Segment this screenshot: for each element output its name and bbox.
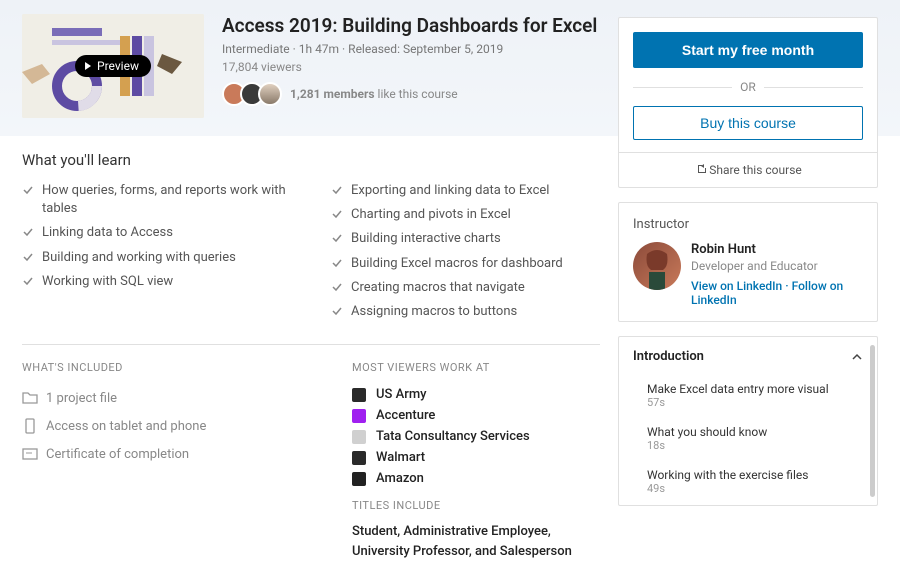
course-title: Access 2019: Building Dashboards for Exc…	[222, 14, 597, 37]
course-thumbnail[interactable]: Preview	[22, 14, 204, 118]
learn-heading: What you'll learn	[22, 151, 291, 169]
lesson-item[interactable]: What you should know18s	[619, 419, 877, 462]
company-item: Amazon	[352, 468, 600, 489]
scrollbar[interactable]	[870, 345, 875, 497]
check-icon	[22, 275, 34, 287]
check-icon	[22, 226, 34, 238]
share-icon	[694, 163, 706, 175]
company-item: Walmart	[352, 447, 600, 468]
check-icon	[22, 184, 34, 196]
share-course-button[interactable]: Share this course	[619, 152, 877, 187]
instructor-role: Developer and Educator	[691, 259, 863, 273]
learn-item: Assigning macros to buttons	[331, 300, 600, 324]
course-meta: Intermediate · 1h 47m · Released: Septem…	[222, 42, 597, 56]
check-icon	[22, 251, 34, 263]
preview-button[interactable]: Preview	[75, 55, 151, 77]
learn-item: Exporting and linking data to Excel	[331, 179, 600, 203]
learn-item: Creating macros that navigate	[331, 276, 600, 300]
learn-item: Linking data to Access	[22, 221, 291, 245]
learn-item: Charting and pivots in Excel	[331, 203, 600, 227]
certificate-icon	[22, 446, 38, 462]
chevron-up-icon	[851, 351, 863, 363]
view-linkedin-link[interactable]: View on LinkedIn	[691, 279, 782, 293]
learn-item: Building and working with queries	[22, 246, 291, 270]
instructor-name: Robin Hunt	[691, 242, 863, 257]
device-icon	[22, 418, 38, 434]
buy-course-button[interactable]: Buy this course	[633, 106, 863, 140]
learn-item: Building Excel macros for dashboard	[331, 252, 600, 276]
check-icon	[331, 281, 343, 293]
avatar	[258, 82, 282, 106]
company-item: US Army	[352, 384, 600, 405]
check-icon	[331, 208, 343, 220]
check-icon	[331, 232, 343, 244]
likes-row: 1,281 members like this course	[222, 82, 597, 106]
learn-item: How queries, forms, and reports work wit…	[22, 179, 291, 221]
company-item: Tata Consultancy Services	[352, 426, 600, 447]
cta-card: Start my free month OR Buy this course S…	[618, 17, 878, 188]
check-icon	[331, 184, 343, 196]
what-youll-learn: What you'll learn How queries, forms, an…	[22, 151, 600, 345]
start-free-month-button[interactable]: Start my free month	[633, 32, 863, 68]
whats-included: What's Included 1 project file Access on…	[22, 361, 302, 561]
chapters-card: Introduction Make Excel data entry more …	[618, 336, 878, 506]
lesson-item[interactable]: Make Excel data entry more visual57s	[619, 376, 877, 419]
folder-icon	[22, 390, 38, 406]
instructor-avatar[interactable]	[633, 242, 681, 290]
learn-item: Working with SQL view	[22, 270, 291, 294]
instructor-card: Instructor Robin Hunt Developer and Educ…	[618, 202, 878, 322]
learn-item: Building interactive charts	[331, 227, 600, 251]
lesson-item[interactable]: Working with the exercise files49s	[619, 462, 877, 505]
viewers-count: 17,804 viewers	[222, 60, 597, 74]
chapter-toggle[interactable]: Introduction	[619, 337, 877, 376]
course-info: Access 2019: Building Dashboards for Exc…	[222, 14, 597, 118]
check-icon	[331, 257, 343, 269]
viewers-work-at: Most Viewers Work At US ArmyAccentureTat…	[352, 361, 600, 561]
check-icon	[331, 305, 343, 317]
play-icon	[83, 61, 93, 71]
company-item: Accenture	[352, 405, 600, 426]
